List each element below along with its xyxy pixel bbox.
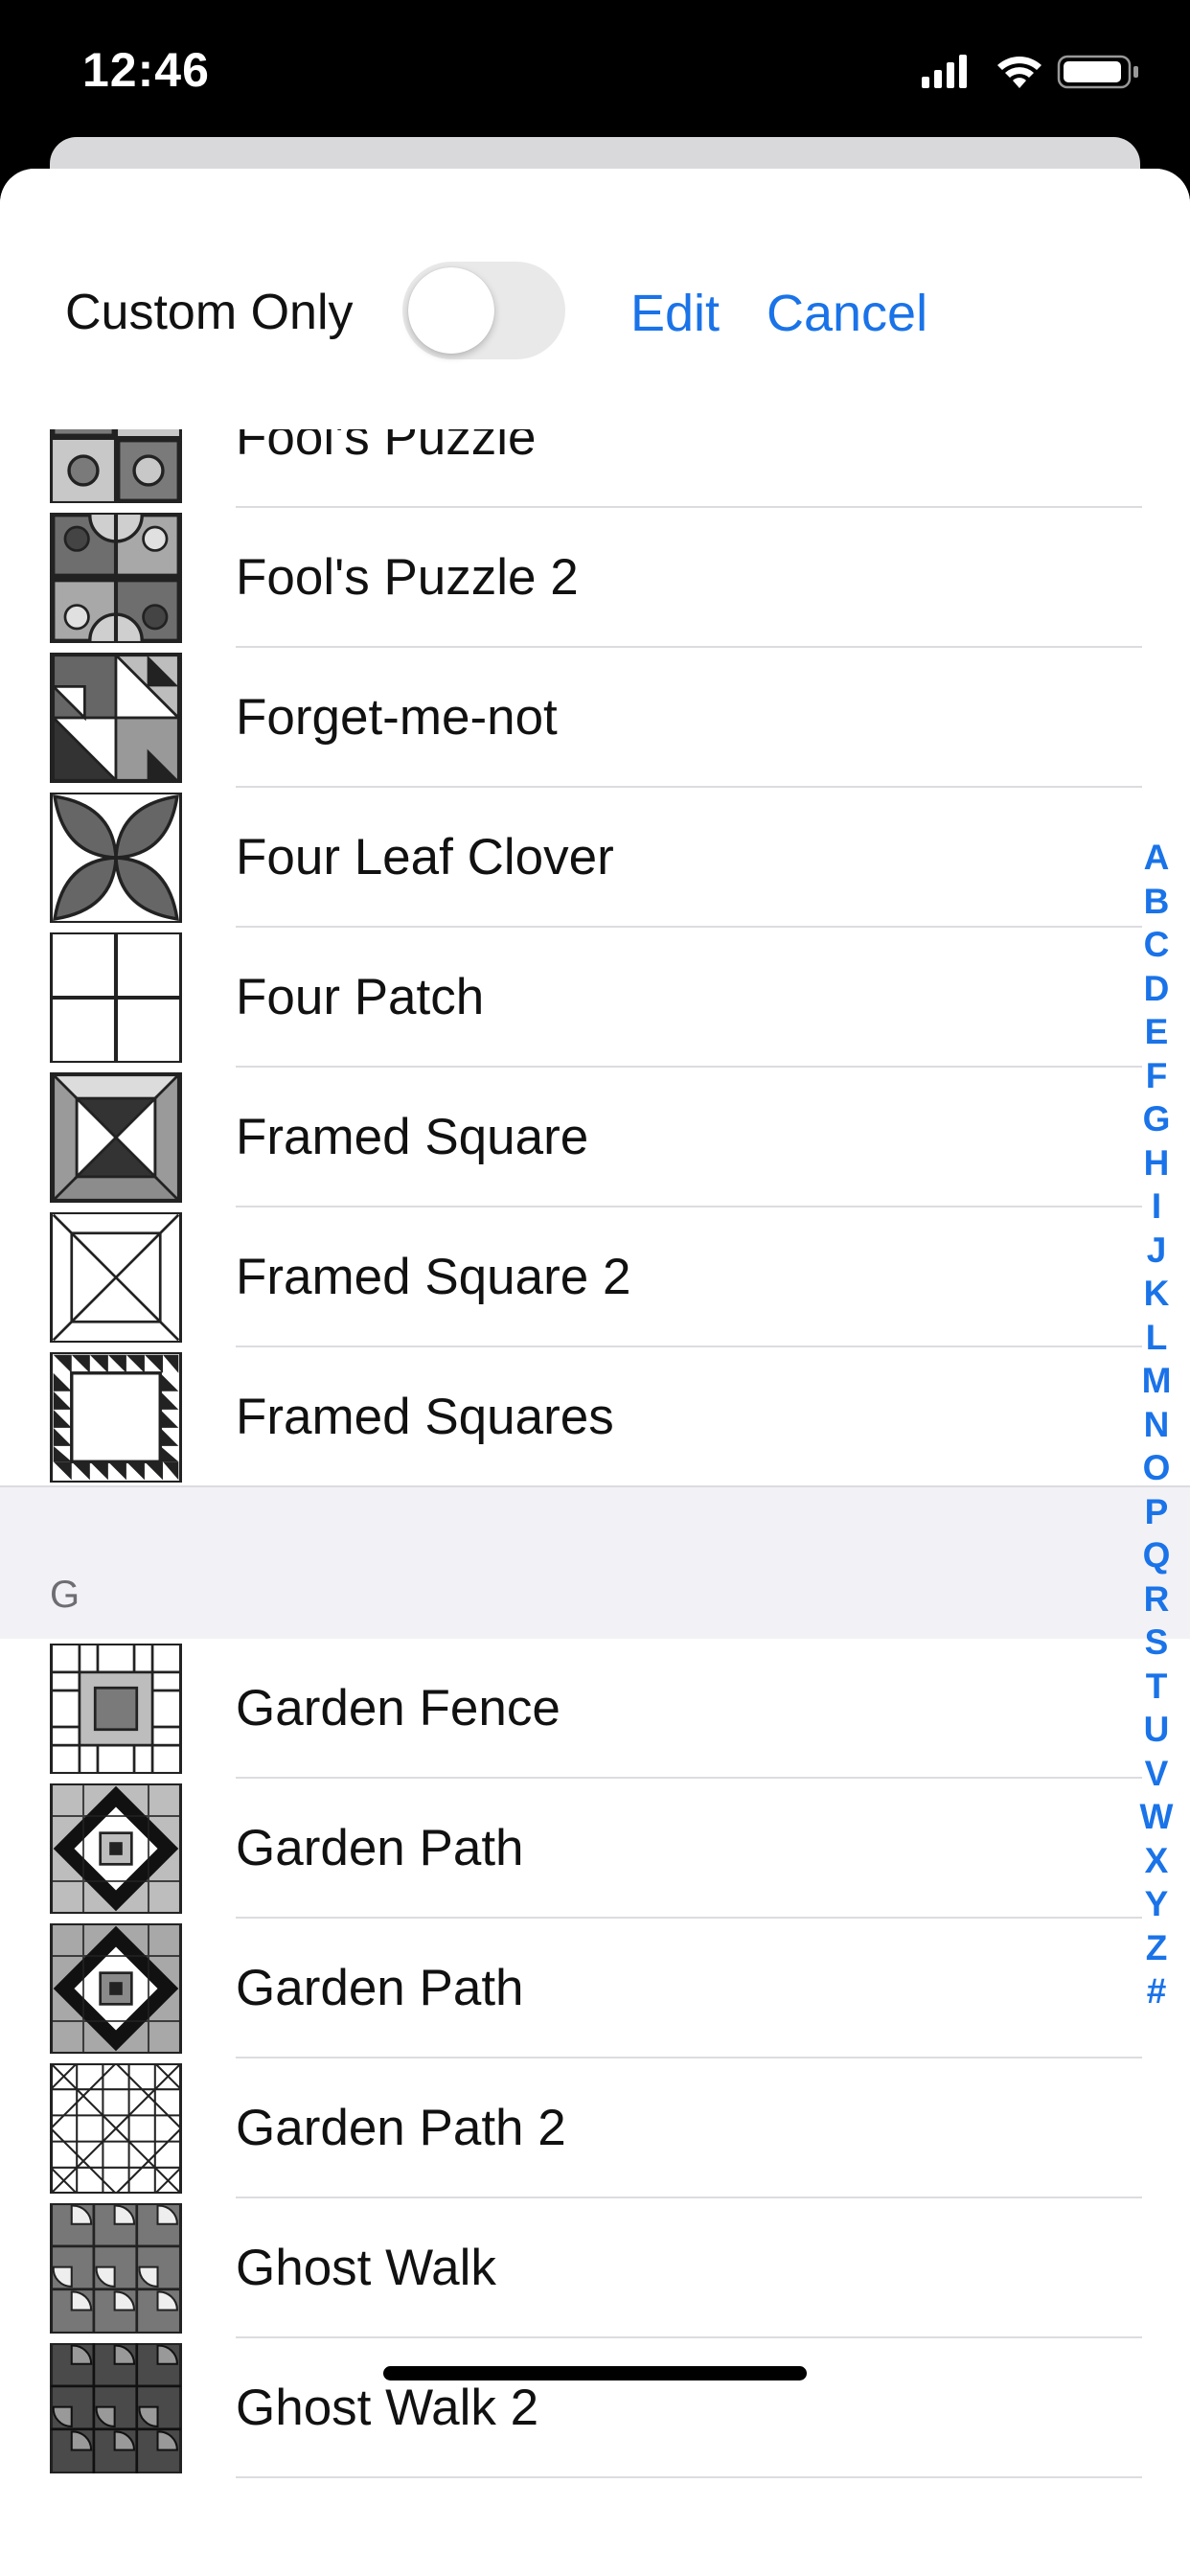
section-index-letter[interactable]: # bbox=[1133, 1969, 1180, 2013]
list-item[interactable]: Garden Path 2 bbox=[0, 2058, 1190, 2198]
list-item[interactable]: Four Patch bbox=[0, 928, 1190, 1068]
section-index-letter[interactable]: B bbox=[1133, 880, 1180, 924]
section-index-letter[interactable]: S bbox=[1133, 1621, 1180, 1665]
list-item[interactable]: Forget-me-not bbox=[0, 648, 1190, 788]
list-item[interactable]: Framed Square 2 bbox=[0, 1208, 1190, 1347]
section-index-letter[interactable]: L bbox=[1133, 1316, 1180, 1360]
cellular-signal-icon bbox=[922, 55, 967, 88]
custom-only-label: Custom Only bbox=[65, 285, 354, 340]
section-index-letter[interactable]: Q bbox=[1133, 1533, 1180, 1577]
pattern-name: Ghost Walk bbox=[236, 2240, 496, 2296]
section-index-letter[interactable]: G bbox=[1133, 1097, 1180, 1141]
pattern-name: Framed Square 2 bbox=[236, 1249, 631, 1305]
section-index-letter[interactable]: E bbox=[1133, 1010, 1180, 1054]
framed-square-2-icon bbox=[50, 1212, 182, 1343]
pattern-name: Four Leaf Clover bbox=[236, 829, 614, 886]
section-index-letter[interactable]: N bbox=[1133, 1403, 1180, 1447]
forget-me-not-icon bbox=[50, 653, 182, 783]
garden-path-2-icon bbox=[50, 2063, 182, 2194]
garden-fence-icon bbox=[50, 1644, 182, 1774]
framed-squares-icon bbox=[50, 1352, 182, 1483]
pattern-name: Garden Path bbox=[236, 1820, 524, 1876]
section-index-letter[interactable]: O bbox=[1133, 1446, 1180, 1490]
pattern-picker-sheet: Custom Only Edit Cancel Fool's Puzzle Fo… bbox=[0, 169, 1190, 2576]
section-index-letter[interactable]: F bbox=[1133, 1054, 1180, 1098]
pattern-name: Ghost Walk 2 bbox=[236, 2380, 539, 2436]
section-index-letter[interactable]: V bbox=[1133, 1752, 1180, 1796]
section-index-letter[interactable]: J bbox=[1133, 1229, 1180, 1273]
list-item[interactable]: Fool's Puzzle bbox=[0, 429, 1190, 508]
section-header-g: G bbox=[0, 1485, 1190, 1643]
section-index-letter[interactable]: P bbox=[1133, 1490, 1180, 1534]
toggle-knob bbox=[408, 267, 494, 354]
list-item[interactable] bbox=[0, 2478, 1190, 2480]
framed-square-icon bbox=[50, 1072, 182, 1203]
list-item[interactable]: Ghost Walk 2 bbox=[0, 2338, 1190, 2478]
four-patch-icon bbox=[50, 932, 182, 1063]
list-item[interactable]: Garden Path bbox=[0, 1779, 1190, 1919]
list-item[interactable]: Four Leaf Clover bbox=[0, 788, 1190, 928]
list-item[interactable]: Ghost Walk bbox=[0, 2198, 1190, 2338]
section-index-letter[interactable]: M bbox=[1133, 1359, 1180, 1403]
section-index-letter[interactable]: A bbox=[1133, 836, 1180, 880]
fools-puzzle-2-icon bbox=[50, 513, 182, 643]
list-item[interactable]: Garden Path bbox=[0, 1919, 1190, 2058]
pattern-name: Garden Path bbox=[236, 1960, 524, 2016]
home-indicator[interactable] bbox=[383, 2366, 807, 2380]
section-index-letter[interactable]: U bbox=[1133, 1708, 1180, 1752]
section-index-letter[interactable]: R bbox=[1133, 1577, 1180, 1622]
section-index[interactable]: A B C D E F G H I J K L M N O P Q R S T U V W X Y Z # bbox=[1133, 836, 1180, 2013]
pattern-name: Framed Square bbox=[236, 1109, 589, 1165]
pattern-name: Garden Path 2 bbox=[236, 2100, 566, 2156]
four-leaf-clover-icon bbox=[50, 793, 182, 923]
ghost-walk-icon bbox=[50, 2203, 182, 2334]
edit-button[interactable]: Edit bbox=[630, 284, 720, 343]
pattern-name: Forget-me-not bbox=[236, 689, 558, 746]
section-index-letter[interactable]: H bbox=[1133, 1141, 1180, 1185]
section-index-letter[interactable]: X bbox=[1133, 1839, 1180, 1883]
pattern-name: Framed Squares bbox=[236, 1389, 614, 1445]
fools-puzzle-icon bbox=[50, 429, 182, 503]
ghost-walk-2-icon bbox=[50, 2343, 182, 2473]
custom-only-toggle[interactable] bbox=[402, 262, 565, 359]
section-index-letter[interactable]: D bbox=[1133, 967, 1180, 1011]
wifi-icon bbox=[997, 57, 1041, 88]
garden-path-icon bbox=[50, 1923, 182, 2054]
section-index-letter[interactable]: K bbox=[1133, 1272, 1180, 1316]
section-index-letter[interactable]: Z bbox=[1133, 1926, 1180, 1970]
status-bar: 12:46 bbox=[0, 0, 1190, 144]
pattern-name: Garden Fence bbox=[236, 1680, 561, 1736]
section-index-letter[interactable]: T bbox=[1133, 1665, 1180, 1709]
pattern-name: Fool's Puzzle 2 bbox=[236, 549, 579, 606]
section-index-letter[interactable]: I bbox=[1133, 1184, 1180, 1229]
section-letter: G bbox=[50, 1574, 80, 1616]
status-icons bbox=[922, 55, 1138, 89]
picker-header: Custom Only Edit Cancel bbox=[0, 169, 1190, 427]
section-index-letter[interactable]: C bbox=[1133, 923, 1180, 967]
list-item[interactable]: Framed Squares bbox=[0, 1347, 1190, 1487]
section-index-letter[interactable]: Y bbox=[1133, 1882, 1180, 1926]
garden-path-icon bbox=[50, 1783, 182, 1914]
list-item[interactable]: Garden Fence bbox=[0, 1639, 1190, 1779]
cancel-button[interactable]: Cancel bbox=[767, 284, 927, 343]
status-time: 12:46 bbox=[82, 43, 210, 97]
list-item[interactable]: Fool's Puzzle 2 bbox=[0, 508, 1190, 648]
section-index-letter[interactable]: W bbox=[1133, 1795, 1180, 1839]
pattern-name: Four Patch bbox=[236, 969, 485, 1025]
list-item[interactable]: Framed Square bbox=[0, 1068, 1190, 1208]
battery-icon bbox=[1057, 55, 1138, 89]
pattern-name: Fool's Puzzle bbox=[236, 429, 537, 466]
pattern-list[interactable]: Fool's Puzzle Fool's Puzzle 2 Forget-me-… bbox=[0, 429, 1190, 2480]
